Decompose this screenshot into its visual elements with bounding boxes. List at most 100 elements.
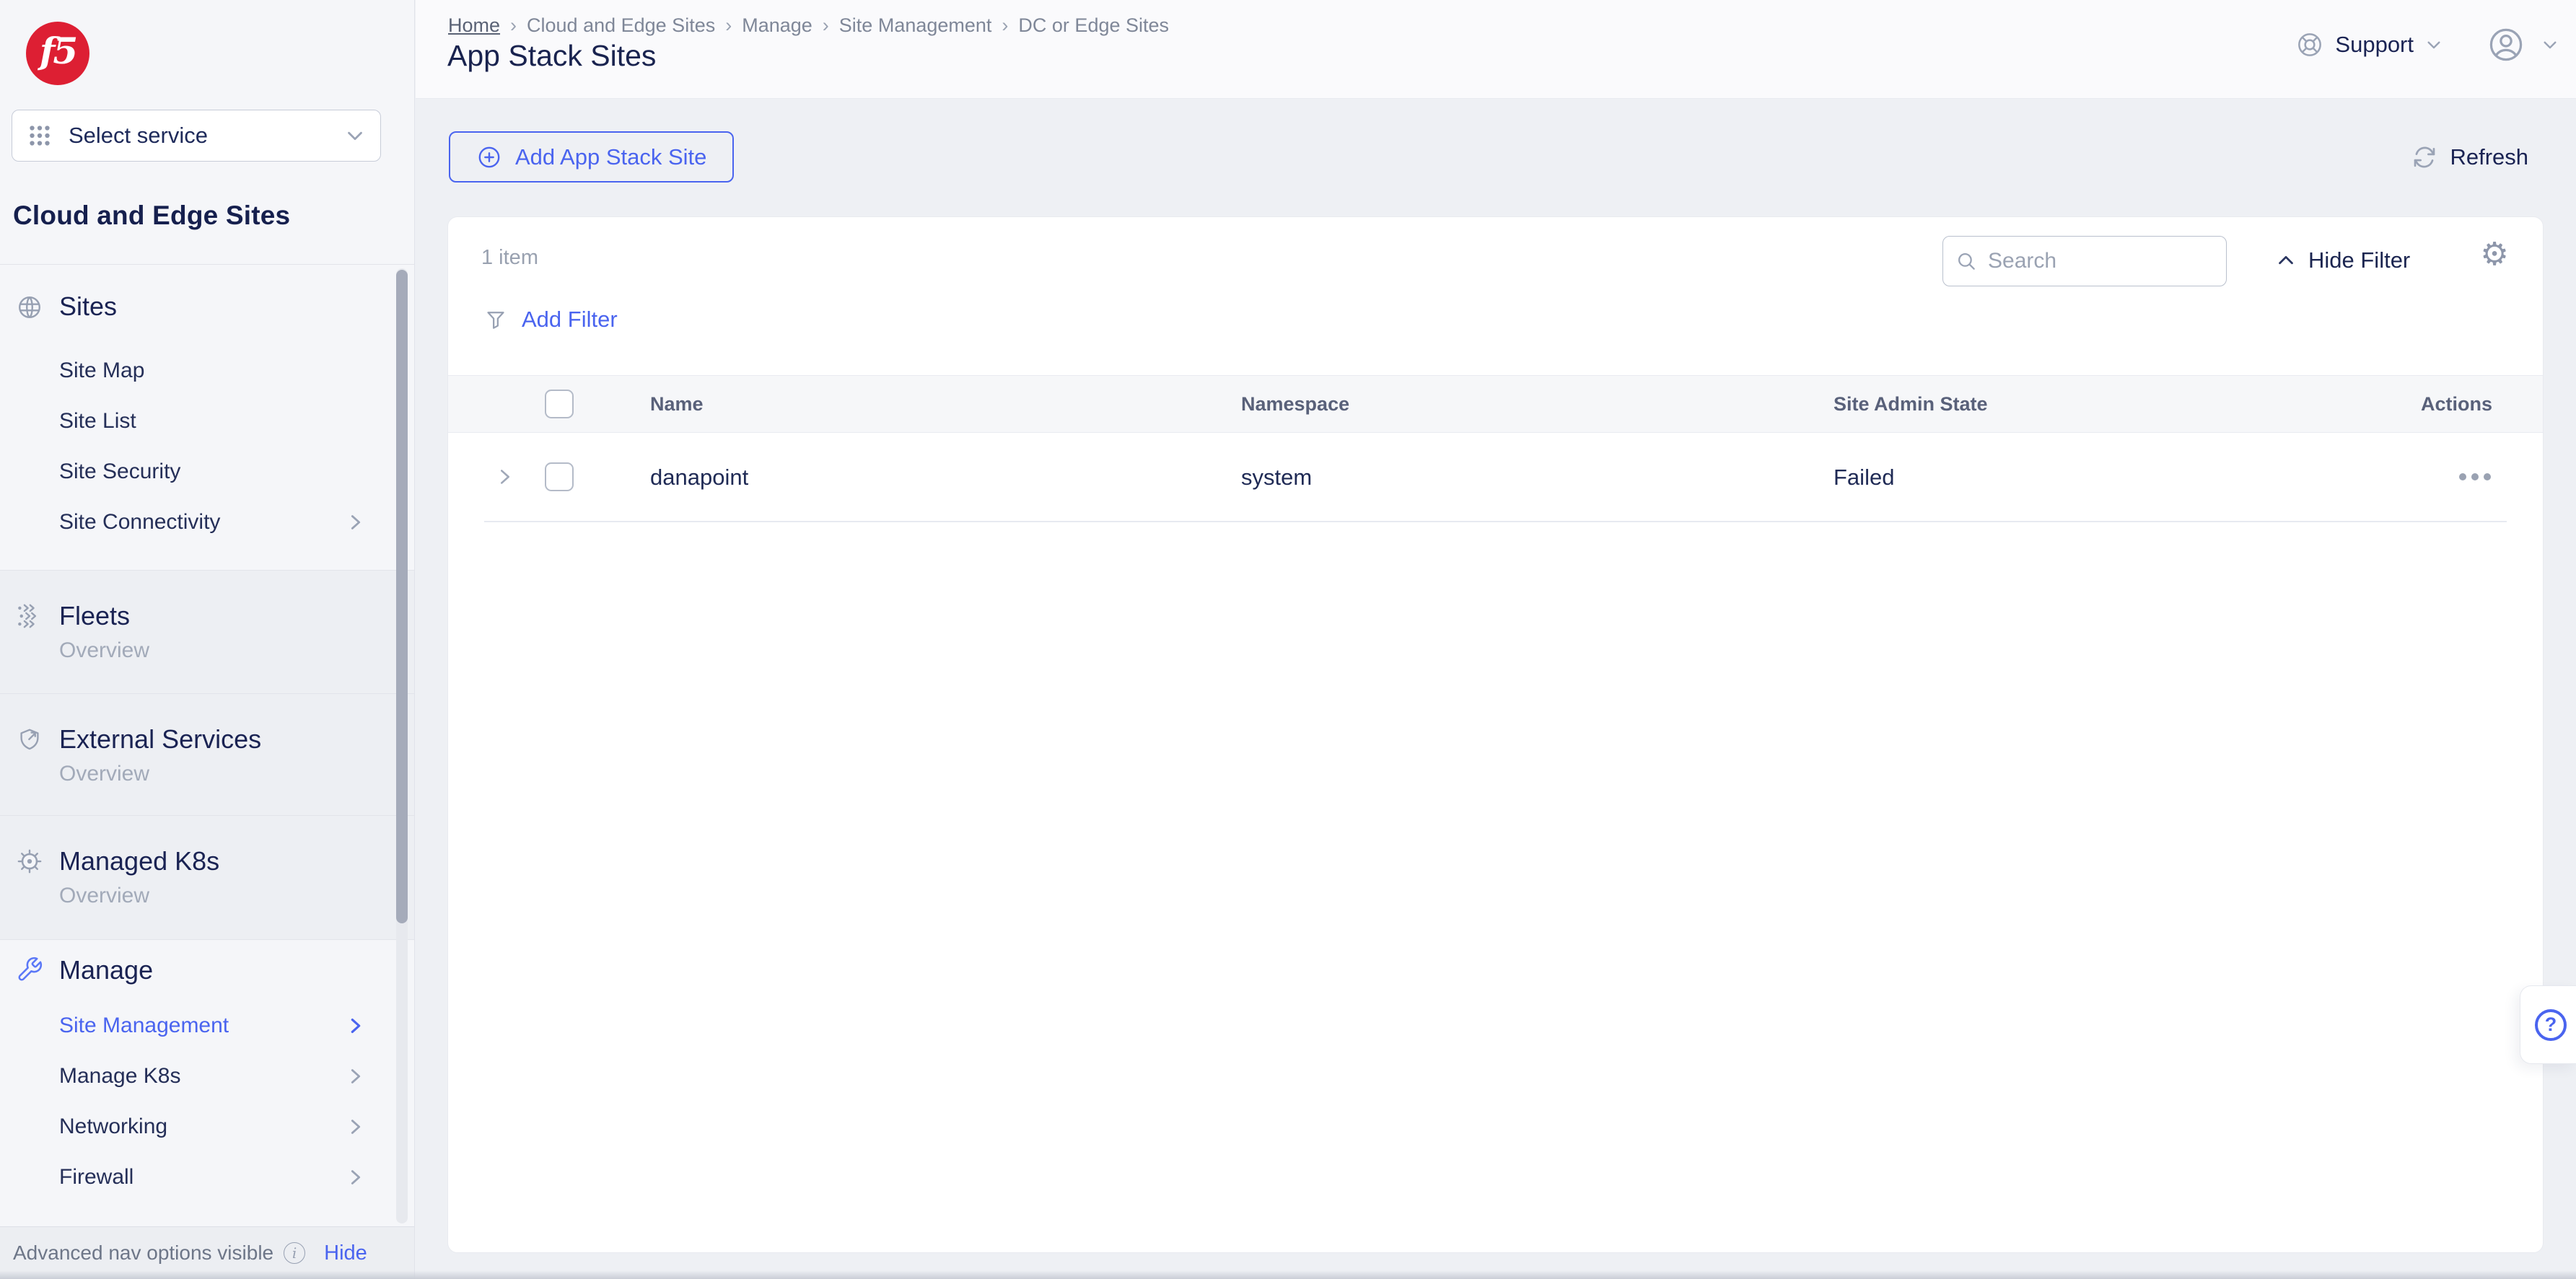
ellipsis-icon <box>2459 473 2466 480</box>
add-app-stack-site-button[interactable]: Add App Stack Site <box>449 131 734 183</box>
sidebar-item-firewall[interactable]: Firewall <box>59 1161 133 1194</box>
nav-section-title[interactable]: External Services <box>59 724 261 755</box>
sidebar-item-label: Site Security <box>59 460 180 483</box>
nav-section-fleets[interactable]: Fleets Overview <box>0 571 414 694</box>
nav-section-title[interactable]: Managed K8s <box>59 845 219 877</box>
wrench-icon <box>16 956 43 983</box>
breadcrumb-site-management[interactable]: Site Management <box>839 14 992 37</box>
ellipsis-icon <box>2471 473 2479 480</box>
sidebar-scrollbar[interactable] <box>396 268 408 1223</box>
column-header-site-admin-state[interactable]: Site Admin State <box>1834 393 1988 416</box>
nav-section-subtitle[interactable]: Overview <box>59 883 149 909</box>
sidebar-item-label: Networking <box>59 1115 167 1138</box>
add-filter-button[interactable]: Add Filter <box>483 304 618 335</box>
sidebar-scrollbar-thumb[interactable] <box>396 270 408 923</box>
row-checkbox[interactable] <box>545 462 574 491</box>
column-header-namespace[interactable]: Namespace <box>1241 393 1349 416</box>
user-menu[interactable] <box>2487 26 2559 63</box>
hide-filter-label: Hide Filter <box>2308 247 2410 273</box>
chevron-right-icon <box>345 511 367 533</box>
globe-icon <box>16 294 43 321</box>
chevron-right-icon <box>345 1065 367 1087</box>
nav-section-title[interactable]: Fleets <box>59 600 130 632</box>
nav-section-external-services[interactable]: External Services Overview <box>0 694 414 816</box>
table-row: danapoint system Failed <box>448 434 2543 522</box>
cell-site-admin-state: Failed <box>1834 465 1894 491</box>
support-menu[interactable]: Support <box>2295 30 2443 59</box>
sidebar-item-site-connectivity[interactable]: Site Connectivity <box>59 506 220 539</box>
sidebar-nav: Sites Site Map Site List Site Security S… <box>0 265 414 1226</box>
info-icon: i <box>284 1242 305 1264</box>
hide-filter-button[interactable]: Hide Filter <box>2275 245 2410 276</box>
nav-section-manage: Manage Site Management Manage K8s Networ… <box>0 940 414 1226</box>
sidebar-item-site-management[interactable]: Site Management <box>59 1009 229 1042</box>
sidebar-item-label: Firewall <box>59 1165 133 1189</box>
lifebuoy-icon <box>2295 30 2324 59</box>
page-title: App Stack Sites <box>447 39 656 73</box>
chevron-down-icon <box>344 125 366 146</box>
nav-section-subtitle[interactable]: Overview <box>59 761 149 787</box>
table-header-row: Name Namespace Site Admin State Actions <box>448 375 2543 433</box>
search-box <box>1942 236 2227 286</box>
add-app-stack-site-label: Add App Stack Site <box>515 144 706 170</box>
filter-funnel-icon <box>483 307 509 333</box>
chevron-right-icon <box>345 1116 367 1138</box>
item-count: 1 item <box>481 246 538 270</box>
advanced-nav-text: Advanced nav options visible <box>13 1241 273 1265</box>
top-header: Home › Cloud and Edge Sites › Manage › S… <box>416 0 2576 99</box>
breadcrumb-separator: › <box>725 14 732 37</box>
sidebar-footer: Advanced nav options visible i Hide <box>0 1226 414 1279</box>
chevron-down-icon <box>2541 35 2559 54</box>
cell-namespace: system <box>1241 465 1312 491</box>
nav-section-title[interactable]: Sites <box>59 291 117 322</box>
fleet-icon <box>16 602 43 630</box>
hide-advanced-nav-link[interactable]: Hide <box>324 1241 367 1265</box>
sidebar-item-manage-k8s[interactable]: Manage K8s <box>59 1060 180 1093</box>
breadcrumb-cloud-and-edge-sites[interactable]: Cloud and Edge Sites <box>527 14 715 37</box>
cell-name[interactable]: danapoint <box>650 465 748 491</box>
help-widget[interactable]: ? <box>2520 985 2576 1064</box>
sidebar-item-label: Site List <box>59 409 136 433</box>
breadcrumb: Home › Cloud and Edge Sites › Manage › S… <box>448 14 1169 37</box>
refresh-icon <box>2411 144 2438 171</box>
chevron-right-icon <box>345 1015 367 1037</box>
nav-section-subtitle[interactable]: Overview <box>59 638 149 664</box>
breadcrumb-separator: › <box>1002 14 1008 37</box>
f5-logo-text: f5 <box>40 30 76 78</box>
search-icon <box>1955 250 1978 273</box>
chevron-up-icon <box>2275 250 2297 271</box>
chevron-right-icon <box>345 1166 367 1188</box>
question-icon[interactable]: ? <box>2535 1009 2567 1041</box>
nav-section-managed-k8s[interactable]: Managed K8s Overview <box>0 816 414 940</box>
sidebar-item-networking[interactable]: Networking <box>59 1110 167 1143</box>
row-expand-chevron-icon[interactable] <box>494 466 516 488</box>
chevron-down-icon <box>2424 35 2443 54</box>
breadcrumb-separator: › <box>510 14 517 37</box>
sidebar-item-label: Site Map <box>59 359 144 382</box>
ellipsis-icon <box>2484 473 2491 480</box>
nav-section-title[interactable]: Manage <box>59 954 153 986</box>
plus-circle-icon <box>476 144 502 170</box>
support-label: Support <box>2335 32 2414 58</box>
shield-arrow-icon <box>16 726 43 753</box>
table-panel: 1 item Hide Filter ⚙ Add Filter Name Nam… <box>447 216 2544 1253</box>
search-input[interactable] <box>1988 249 2214 273</box>
helm-icon <box>16 848 43 875</box>
service-selector[interactable]: Select service <box>12 110 381 162</box>
sidebar-item-label: Site Connectivity <box>59 510 220 534</box>
select-all-checkbox[interactable] <box>545 390 574 418</box>
sidebar-item-site-list[interactable]: Site List <box>59 405 136 438</box>
sidebar-item-label: Site Management <box>59 1014 229 1037</box>
breadcrumb-manage[interactable]: Manage <box>742 14 812 37</box>
gear-icon[interactable]: ⚙ <box>2478 239 2511 271</box>
row-actions-menu[interactable] <box>2459 473 2491 480</box>
sidebar-item-label: Manage K8s <box>59 1064 180 1088</box>
refresh-button[interactable]: Refresh <box>2411 131 2528 183</box>
sidebar-item-site-security[interactable]: Site Security <box>59 455 180 488</box>
nav-section-sites: Sites Site Map Site List Site Security S… <box>0 265 414 571</box>
f5-logo: f5 <box>26 22 89 85</box>
breadcrumb-home[interactable]: Home <box>448 14 500 37</box>
grid-icon <box>27 123 53 149</box>
column-header-name[interactable]: Name <box>650 393 704 416</box>
sidebar-item-site-map[interactable]: Site Map <box>59 354 144 387</box>
